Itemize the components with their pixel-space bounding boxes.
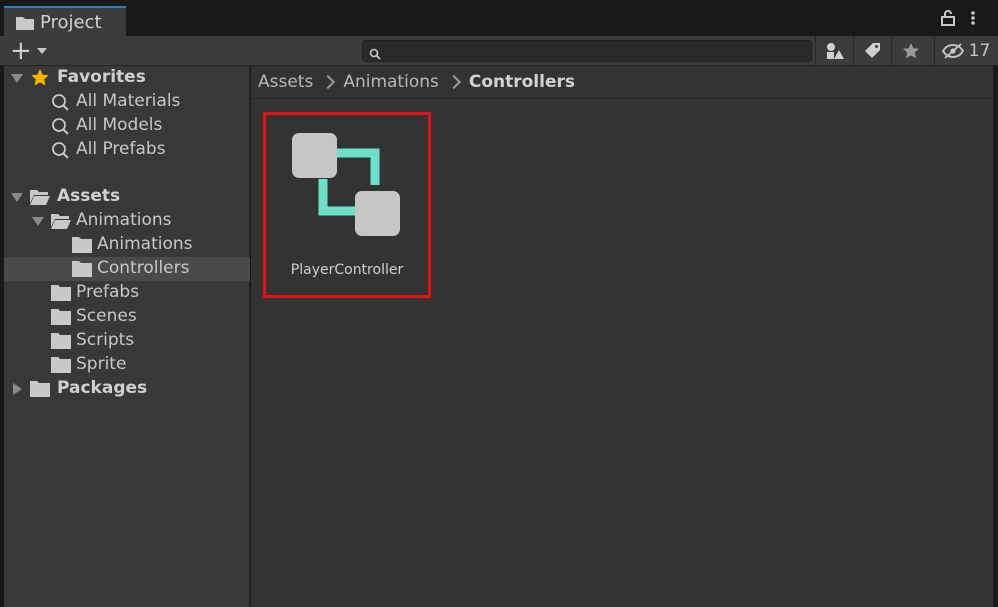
filter-by-label-button[interactable] [853, 36, 891, 65]
filter-by-type-button[interactable] [815, 36, 853, 65]
folder-icon [30, 381, 50, 397]
folder-icon [51, 285, 71, 301]
expand-arrow-icon[interactable] [32, 217, 44, 226]
tree-label: Packages [57, 378, 148, 398]
search-icon [52, 142, 69, 159]
search-field[interactable] [362, 40, 812, 62]
expand-arrow-icon[interactable] [11, 74, 23, 83]
tree-sprite[interactable]: Sprite [4, 353, 250, 377]
eye-slash-icon [941, 42, 964, 59]
chevron-down-icon [36, 48, 47, 54]
tree-favorites[interactable]: Favorites [4, 66, 250, 90]
folder-open-icon [51, 214, 71, 229]
filter-by-label-icon [864, 42, 880, 58]
lock-icon[interactable] [941, 10, 955, 26]
tree-label: Controllers [97, 258, 190, 278]
tree-scenes[interactable]: Scenes [4, 305, 250, 329]
tree-animations[interactable]: Animations [4, 209, 250, 233]
tree-label: All Models [76, 115, 163, 135]
animator-controller-icon [292, 133, 400, 236]
tree-label: Scripts [76, 330, 135, 350]
search-input[interactable] [385, 42, 809, 62]
asset-player-controller[interactable]: PlayerController [263, 112, 431, 298]
tree-label: All Prefabs [76, 139, 166, 159]
kebab-menu-icon[interactable] [968, 10, 982, 26]
breadcrumb-controllers[interactable]: Controllers [469, 72, 575, 92]
folder-icon [16, 15, 34, 30]
project-tab[interactable]: Project [4, 6, 126, 36]
panel-edge [993, 66, 998, 607]
hidden-packages-toggle[interactable]: 17 [934, 36, 996, 65]
favorites-button[interactable] [891, 36, 929, 65]
folder-icon [72, 237, 92, 253]
breadcrumb-animations[interactable]: Animations [343, 72, 439, 92]
tree-favorite-all-models[interactable]: All Models [4, 114, 250, 138]
asset-browser: Assets Animations Controllers PlayerCont… [251, 66, 993, 607]
tree-favorite-all-materials[interactable]: All Materials [4, 90, 250, 114]
chevron-right-icon [446, 74, 461, 90]
tree-label: Assets [57, 186, 121, 206]
tree-packages[interactable]: Packages [4, 377, 250, 401]
tree-favorite-all-prefabs[interactable]: All Prefabs [4, 138, 250, 162]
expand-arrow-icon[interactable] [11, 193, 23, 202]
tree-label: Animations [97, 234, 193, 254]
collapse-arrow-icon[interactable] [13, 383, 22, 395]
tree-animations-animations[interactable]: Animations [4, 233, 250, 257]
folder-icon [51, 357, 71, 373]
folder-open-icon [30, 190, 50, 205]
tree-label: Favorites [57, 67, 146, 87]
tree-prefabs[interactable]: Prefabs [4, 281, 250, 305]
tree-scripts[interactable]: Scripts [4, 329, 250, 353]
tree-controllers[interactable]: Controllers [4, 257, 250, 281]
plus-icon: + [10, 36, 32, 66]
favorites-star-icon [31, 69, 49, 86]
tree-label: Scenes [76, 306, 137, 326]
folder-icon [72, 261, 92, 277]
tree-label: Animations [76, 210, 172, 230]
tab-bar: Project [0, 0, 998, 36]
filter-by-type-icon [826, 42, 844, 59]
search-icon [369, 45, 381, 60]
tab-title: Project [40, 11, 102, 33]
tree-assets[interactable]: Assets [4, 185, 250, 209]
chevron-right-icon [321, 74, 336, 90]
folder-icon [51, 309, 71, 325]
folder-icon [51, 333, 71, 349]
search-icon [52, 118, 69, 135]
search-icon [52, 94, 69, 111]
create-button[interactable]: + [10, 36, 56, 66]
tree-label: All Materials [76, 91, 181, 111]
favorites-star-icon [902, 42, 919, 58]
project-toolbar: + 17 [0, 36, 998, 66]
tree-label: Prefabs [76, 282, 140, 302]
asset-name: PlayerController [290, 262, 404, 278]
folder-tree: Favorites All Materials All Models All P… [4, 66, 250, 607]
hidden-count-label: 17 [968, 40, 991, 61]
tree-label: Sprite [76, 354, 127, 374]
breadcrumb: Assets Animations Controllers [251, 66, 993, 99]
breadcrumb-assets[interactable]: Assets [258, 72, 313, 92]
